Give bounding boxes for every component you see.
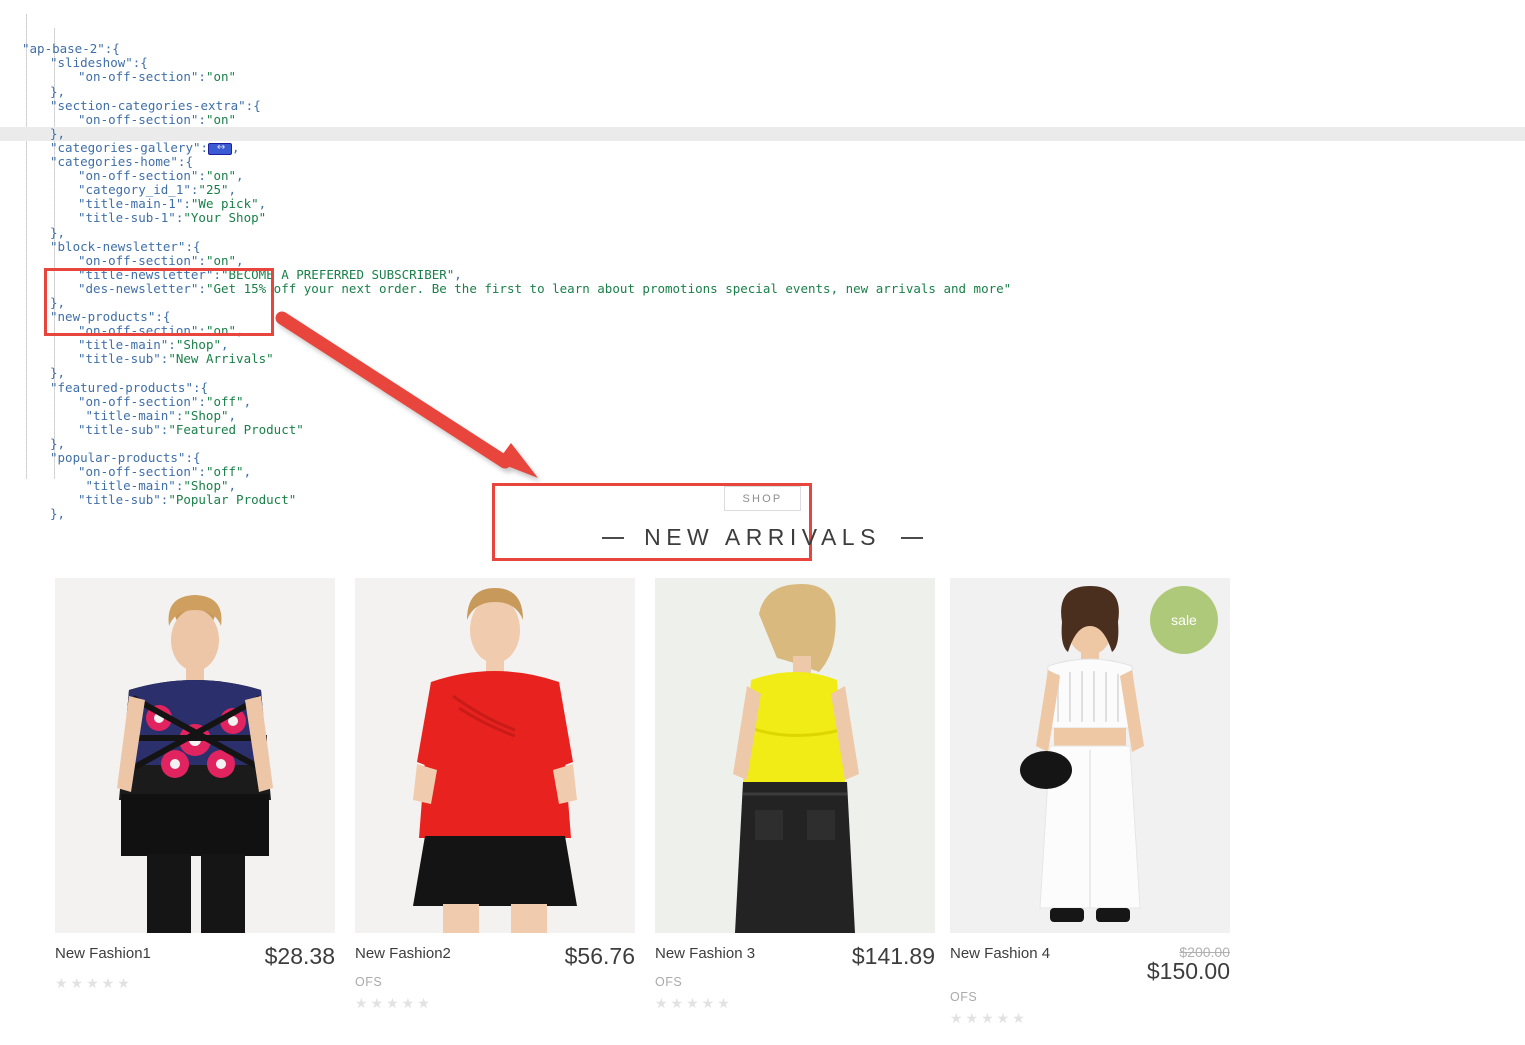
product-rating-stars[interactable]: ★★★★★ xyxy=(950,1011,1230,1025)
shop-badge: SHOP xyxy=(723,486,802,511)
code-line[interactable]: "categories-home":{ xyxy=(0,154,1525,169)
section-title: NEW ARRIVALS xyxy=(644,524,881,550)
code-line[interactable]: "title-main":"Shop", xyxy=(0,408,1525,423)
code-line[interactable]: "title-sub":"New Arrivals" xyxy=(0,352,1525,366)
product-card[interactable]: New Fashion 3 $141.89 OFS ★★★★★ xyxy=(655,578,935,1010)
code-line[interactable]: "title-main":"Shop", xyxy=(0,338,1525,352)
product-price-block: $28.38 xyxy=(265,945,335,969)
product-name[interactable]: New Fashion 4 xyxy=(950,945,1050,962)
code-line[interactable]: "on-off-section":"on", xyxy=(0,253,1525,268)
product-image[interactable] xyxy=(55,578,335,933)
code-line[interactable]: "ap-base-2":{ xyxy=(0,42,1525,56)
code-line[interactable]: "category_id_1":"25", xyxy=(0,183,1525,197)
product-stock-label: OFS xyxy=(950,990,978,1005)
code-line[interactable]: "des-newsletter":"Get 15% off your next … xyxy=(0,281,1525,296)
product-image[interactable] xyxy=(355,578,635,933)
product-info: New Fashion 4 $200.00 $150.00 OFS ★★★★★ xyxy=(950,933,1230,1025)
section-title-row: NEW ARRIVALS xyxy=(0,524,1525,551)
code-line[interactable]: }, xyxy=(0,295,1525,310)
product-card[interactable]: sale New Fashion 4 $200.00 $150.00 OFS ★★★★★ xyxy=(950,578,1230,1025)
code-line[interactable]: }, xyxy=(0,225,1525,240)
product-rating-stars[interactable]: ★★★★★ xyxy=(55,976,335,990)
code-line-list[interactable]: "ap-base-2":{"slideshow":{"on-off-sectio… xyxy=(0,42,1525,521)
product-rating-stars[interactable]: ★★★★★ xyxy=(655,996,935,1010)
product-image[interactable] xyxy=(655,578,935,933)
code-line[interactable]: "title-newsletter":"BECOME A PREFERRED S… xyxy=(0,267,1525,282)
code-line[interactable]: "featured-products":{ xyxy=(0,380,1525,395)
product-name-price-row: New Fashion 4 $200.00 $150.00 xyxy=(950,944,1230,985)
product-price-block: $200.00 $150.00 xyxy=(1146,944,1230,985)
product-info: New Fashion1 $28.38 ★★★★★ xyxy=(55,933,335,991)
json-code-editor[interactable]: "ap-base-2":{"slideshow":{"on-off-sectio… xyxy=(0,0,1525,521)
code-line[interactable]: "section-categories-extra":{ xyxy=(0,98,1525,113)
code-line[interactable]: "on-off-section":"on", xyxy=(0,324,1525,338)
collapsed-code-marker[interactable] xyxy=(208,141,233,156)
code-line[interactable]: }, xyxy=(0,84,1525,99)
product-price: $150.00 xyxy=(1146,958,1230,985)
code-line[interactable]: }, xyxy=(0,366,1525,380)
code-line[interactable]: "title-main-1":"We pick", xyxy=(0,197,1525,211)
code-line[interactable]: "on-off-section":"on" xyxy=(0,70,1525,84)
product-stock-label: OFS xyxy=(355,975,383,989)
product-name-price-row: New Fashion 3 $141.89 xyxy=(655,945,935,969)
right-dash-decoration xyxy=(900,536,923,539)
product-name-price-row: New Fashion2 $56.76 xyxy=(355,945,635,969)
section-heading: SHOP NEW ARRIVALS xyxy=(0,486,1525,551)
product-name[interactable]: New Fashion2 xyxy=(355,945,451,962)
code-line[interactable]: "categories-gallery":, xyxy=(0,140,1525,156)
code-line[interactable]: "popular-products":{ xyxy=(0,450,1525,465)
product-price-block: $141.89 xyxy=(852,945,935,969)
code-line[interactable]: "on-off-section":"off", xyxy=(0,465,1525,479)
product-name[interactable]: New Fashion1 xyxy=(55,945,151,962)
code-line[interactable]: "slideshow":{ xyxy=(0,56,1525,70)
product-stock-label: OFS xyxy=(655,975,683,989)
code-line[interactable]: "block-newsletter":{ xyxy=(0,239,1525,254)
code-line[interactable]: "title-sub-1":"Your Shop" xyxy=(0,211,1525,225)
product-price: $28.38 xyxy=(264,943,335,969)
left-dash-decoration xyxy=(602,536,625,539)
product-price: $141.89 xyxy=(851,943,935,969)
product-grid: New Fashion1 $28.38 ★★★★★ New Fashion2 $56.7… xyxy=(0,578,1525,1038)
sale-badge: sale xyxy=(1150,586,1218,654)
product-price: $56.76 xyxy=(564,943,635,969)
product-name[interactable]: New Fashion 3 xyxy=(655,945,755,962)
product-price-block: $56.76 xyxy=(565,945,635,969)
code-line[interactable]: }, xyxy=(0,126,1525,141)
product-card[interactable]: New Fashion1 $28.38 ★★★★★ xyxy=(55,578,335,990)
code-line[interactable]: "title-sub":"Featured Product" xyxy=(0,422,1525,437)
code-line[interactable]: "on-off-section":"on", xyxy=(0,169,1525,183)
code-line[interactable]: }, xyxy=(0,436,1525,451)
product-card[interactable]: New Fashion2 $56.76 OFS ★★★★★ xyxy=(355,578,635,1010)
product-image[interactable]: sale xyxy=(950,578,1230,933)
product-info: New Fashion 3 $141.89 OFS ★★★★★ xyxy=(655,933,935,1011)
product-info: New Fashion2 $56.76 OFS ★★★★★ xyxy=(355,933,635,1011)
product-rating-stars[interactable]: ★★★★★ xyxy=(355,996,635,1010)
code-line[interactable]: "on-off-section":"off", xyxy=(0,394,1525,409)
code-line[interactable]: "new-products":{ xyxy=(0,310,1525,324)
code-line[interactable]: "on-off-section":"on" xyxy=(0,112,1525,127)
product-name-price-row: New Fashion1 $28.38 xyxy=(55,945,335,969)
